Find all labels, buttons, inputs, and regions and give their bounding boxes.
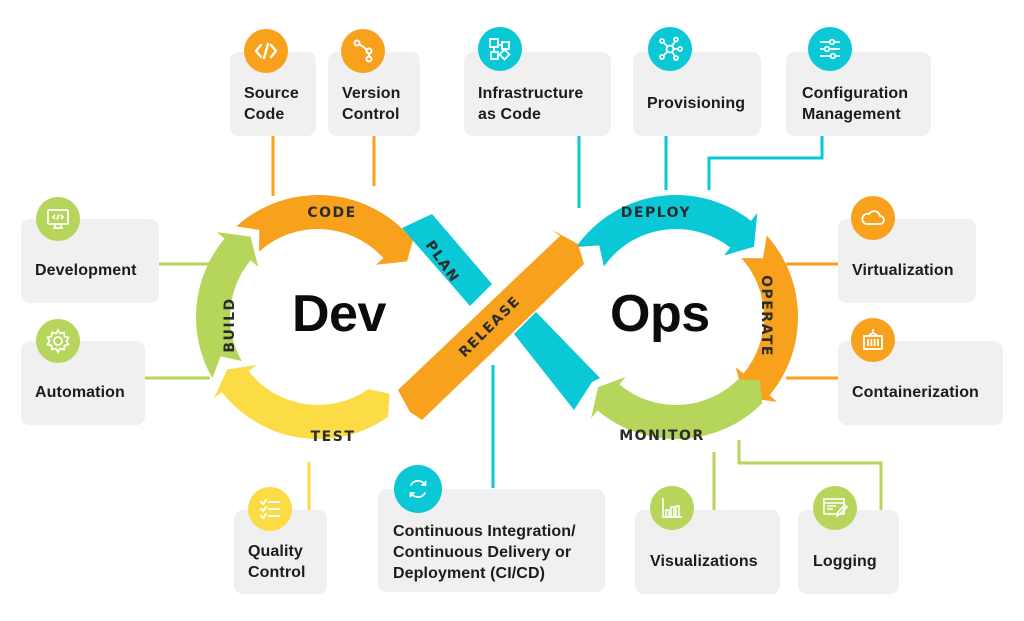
card-label-line: Source — [244, 85, 299, 102]
monitor-code-icon — [36, 197, 80, 241]
code-brackets-icon — [244, 29, 288, 73]
segment-test — [213, 365, 390, 439]
segment-label-build: BUILD — [222, 297, 238, 352]
card-label-line: Code — [244, 106, 285, 123]
card-label-line: Provisioning — [647, 95, 746, 112]
card-label-line: Visualizations — [650, 553, 758, 570]
segment-label-monitor: MONITOR — [619, 428, 705, 444]
card-label-line: Control — [342, 106, 400, 123]
segment-label-test: TEST — [311, 429, 356, 445]
card-label-line: Infrastructure — [478, 85, 584, 102]
connector-configuration — [707, 134, 824, 190]
card-label-line: Virtualization — [852, 262, 954, 279]
bar-chart-icon — [650, 486, 694, 530]
dev-label: Dev — [292, 285, 386, 343]
log-edit-icon — [813, 486, 857, 530]
refresh-cycle-icon — [394, 465, 442, 513]
card-label-line: Management — [802, 106, 901, 123]
card-label-line: Containerization — [852, 384, 979, 401]
segment-plan-return — [514, 312, 600, 410]
card-label-line: Control — [248, 564, 306, 581]
sliders-icon — [808, 27, 852, 71]
card-label-line: as Code — [478, 106, 541, 123]
card-label-line: Automation — [35, 384, 125, 401]
card-label-line: Configuration — [802, 85, 909, 102]
card-configuration-management[interactable]: Configuration Management — [786, 52, 931, 136]
cloud-icon — [851, 196, 895, 240]
network-hub-icon — [648, 27, 692, 71]
card-label-line: Version — [342, 85, 401, 102]
infrastructure-blocks-icon — [478, 27, 522, 71]
ops-label: Ops — [610, 285, 710, 343]
card-label-line: Development — [35, 262, 137, 279]
card-label-line: Deployment (CI/CD) — [393, 565, 546, 582]
git-branch-icon — [341, 29, 385, 73]
gear-icon — [36, 319, 80, 363]
segment-label-deploy: DEPLOY — [621, 205, 691, 221]
card-label-line: Continuous Delivery or — [393, 544, 572, 561]
segment-label-code: CODE — [307, 205, 356, 221]
card-provisioning[interactable]: Provisioning — [633, 52, 761, 136]
segment-label-operate: OPERATE — [758, 275, 774, 357]
card-label-line: Logging — [813, 553, 877, 570]
container-icon — [851, 318, 895, 362]
checklist-icon — [248, 487, 292, 531]
connector-logging — [737, 440, 883, 512]
card-label-line: Continuous Integration/ — [393, 523, 576, 540]
card-label-line: Quality — [248, 543, 303, 560]
